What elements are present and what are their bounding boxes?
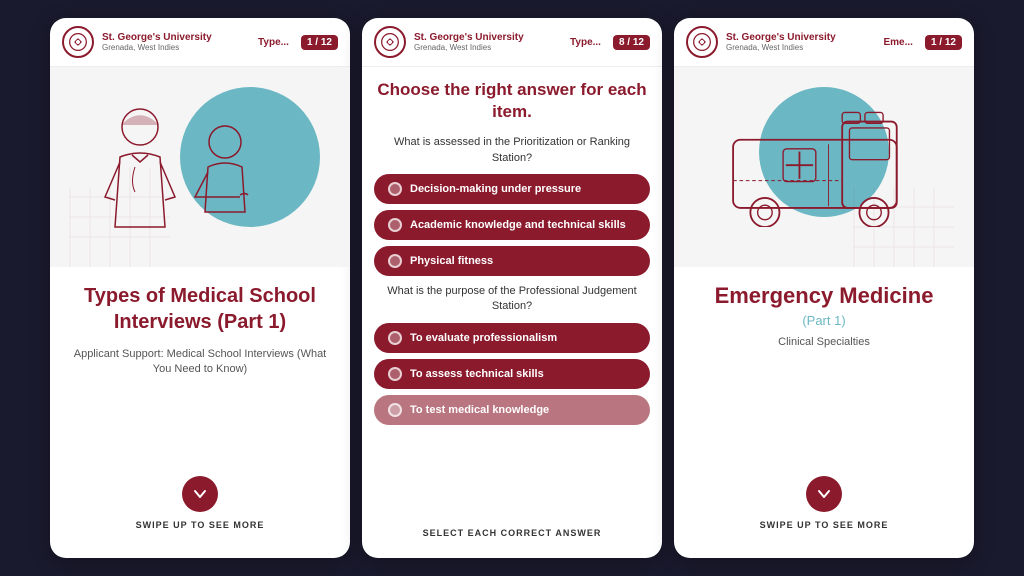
card3-counter: 1 / 12 xyxy=(925,35,962,50)
card1-header: St. George's University Grenada, West In… xyxy=(50,18,350,67)
answer-1-1-text: Decision-making under pressure xyxy=(410,183,581,195)
card3-description: Clinical Specialties xyxy=(778,336,870,348)
card2-scroll-area[interactable]: What is assessed in the Prioritization o… xyxy=(374,135,650,520)
card1-header-text: St. George's University Grenada, West In… xyxy=(102,32,250,52)
card3-illustration xyxy=(674,67,974,267)
card3-subtitle: (Part 1) xyxy=(802,313,845,328)
sgu-logo xyxy=(62,26,94,58)
answer-2-2-text: To assess technical skills xyxy=(410,368,544,380)
answer-1-2-text: Academic knowledge and technical skills xyxy=(410,219,626,231)
card3-location: Grenada, West Indies xyxy=(726,43,876,52)
card2-location: Grenada, West Indies xyxy=(414,43,562,52)
card3-swipe-label: SWIPE UP TO SEE MORE xyxy=(760,520,889,530)
answer-2-3[interactable]: To test medical knowledge xyxy=(374,395,650,425)
card1-swipe-label: SWIPE UP TO SEE MORE xyxy=(136,520,265,530)
answer-dot xyxy=(388,367,402,381)
card1-main-title: Types of Medical School Interviews (Part… xyxy=(66,283,334,335)
card3-sgu-logo xyxy=(686,26,718,58)
answer-dot xyxy=(388,182,402,196)
card1-description: Applicant Support: Medical School Interv… xyxy=(66,347,334,378)
card3-main-title: Emergency Medicine xyxy=(715,283,934,309)
card3-header: St. George's University Grenada, West In… xyxy=(674,18,974,67)
answer-2-3-text: To test medical knowledge xyxy=(410,404,549,416)
card3-swipe-section: SWIPE UP TO SEE MORE xyxy=(760,476,889,542)
card3-university: St. George's University xyxy=(726,32,876,43)
answer-1-1[interactable]: Decision-making under pressure xyxy=(374,174,650,204)
card1-location: Grenada, West Indies xyxy=(102,43,250,52)
answer-dot xyxy=(388,403,402,417)
card3-body: Emergency Medicine (Part 1) Clinical Spe… xyxy=(674,267,974,558)
answer-1-2[interactable]: Academic knowledge and technical skills xyxy=(374,210,650,240)
answer-dot xyxy=(388,331,402,345)
card2-counter: 8 / 12 xyxy=(613,35,650,50)
answer-2-1[interactable]: To evaluate professionalism xyxy=(374,323,650,353)
card1-type: Type... xyxy=(258,37,289,48)
ambulance-illustration xyxy=(724,107,924,227)
card2-body: Choose the right answer for each item. W… xyxy=(362,67,662,558)
card1-illustration xyxy=(50,67,350,267)
question-1: What is assessed in the Prioritization o… xyxy=(374,135,650,166)
answer-1-3[interactable]: Physical fitness xyxy=(374,246,650,276)
card2-university: St. George's University xyxy=(414,32,562,43)
card2-select-label: SELECT EACH CORRECT ANSWER xyxy=(374,520,650,546)
answer-dot xyxy=(388,218,402,232)
card2-sgu-logo xyxy=(374,26,406,58)
card3-header-text: St. George's University Grenada, West In… xyxy=(726,32,876,52)
card1-counter: 1 / 12 xyxy=(301,35,338,50)
card2-header-text: St. George's University Grenada, West In… xyxy=(414,32,562,52)
card3-type: Eme... xyxy=(884,37,913,48)
answer-2-1-text: To evaluate professionalism xyxy=(410,332,557,344)
card-emergency-medicine: St. George's University Grenada, West In… xyxy=(674,18,974,558)
card1-swipe-section: SWIPE UP TO SEE MORE xyxy=(66,476,334,542)
card-quiz: St. George's University Grenada, West In… xyxy=(362,18,662,558)
doctor-illustration xyxy=(50,67,350,267)
answer-dot xyxy=(388,254,402,268)
card1-university: St. George's University xyxy=(102,32,250,43)
card1-chevron-button[interactable] xyxy=(182,476,218,512)
card2-type: Type... xyxy=(570,37,601,48)
card3-chevron-button[interactable] xyxy=(806,476,842,512)
answer-2-2[interactable]: To assess technical skills xyxy=(374,359,650,389)
card2-header: St. George's University Grenada, West In… xyxy=(362,18,662,67)
card1-body: Types of Medical School Interviews (Part… xyxy=(50,267,350,558)
card2-main-title: Choose the right answer for each item. xyxy=(374,79,650,123)
answer-1-3-text: Physical fitness xyxy=(410,255,493,267)
card-types-of-interviews: St. George's University Grenada, West In… xyxy=(50,18,350,558)
question-2: What is the purpose of the Professional … xyxy=(374,284,650,315)
